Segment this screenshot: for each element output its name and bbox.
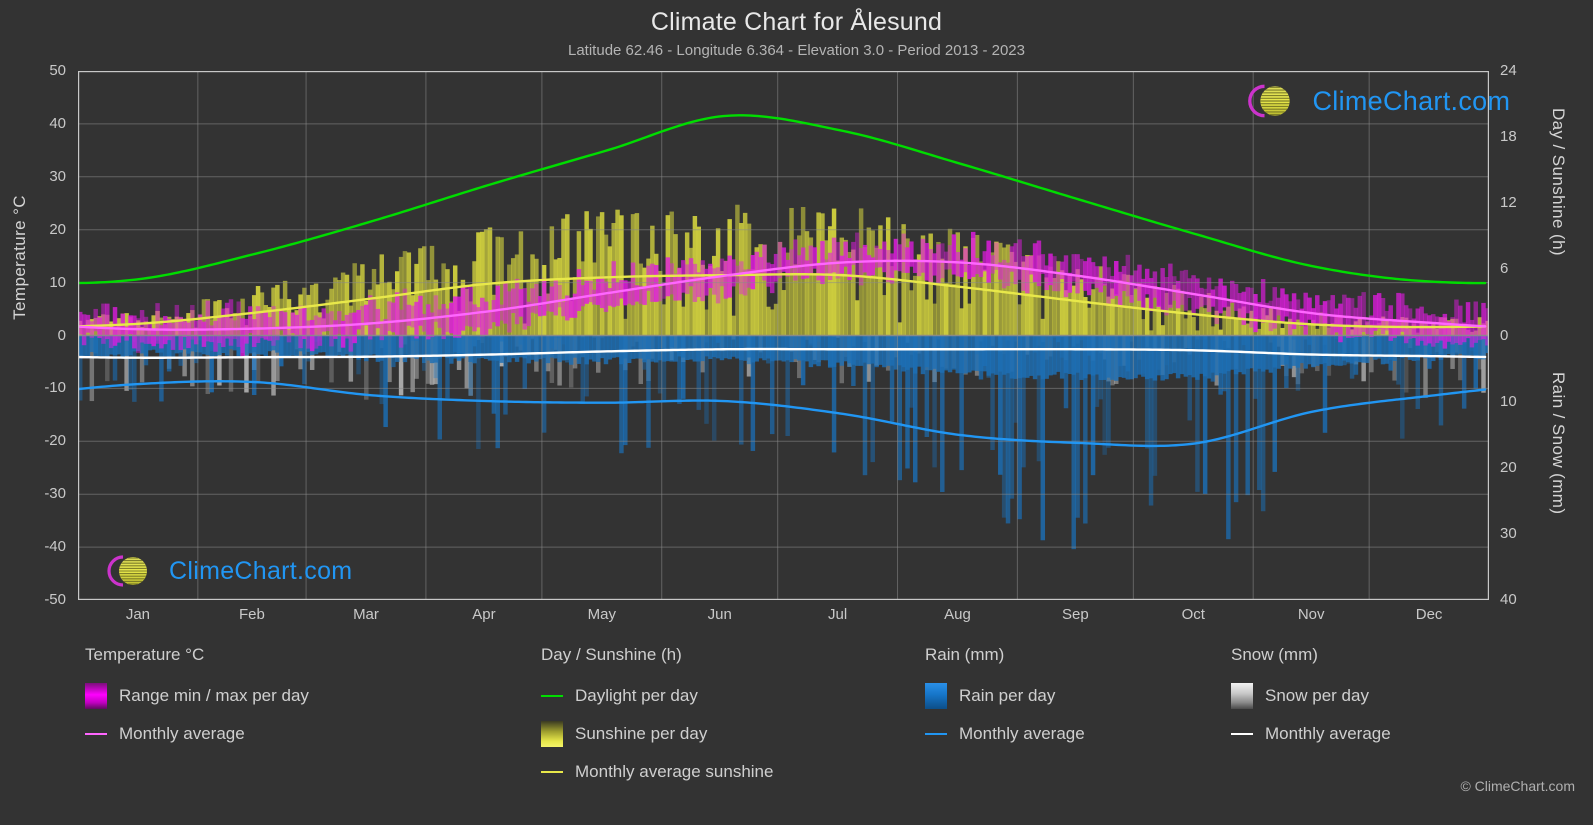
x-axis-tick: Nov	[1297, 606, 1325, 623]
right-axis-tick-mm: 10	[1500, 392, 1517, 410]
left-axis-tick: 10	[49, 273, 66, 291]
x-axis-tick: Dec	[1415, 606, 1443, 623]
legend-item-label: Monthly average	[1265, 724, 1391, 743]
left-axis-tick: -30	[44, 485, 66, 503]
legend-swatch	[925, 683, 947, 709]
right-axis-tick-hours: 18	[1500, 128, 1517, 146]
legend-column-rain: Rain (mm) Rain per day Monthly average	[925, 645, 1085, 753]
legend-item[interactable]: Sunshine per day	[541, 715, 773, 753]
plot-area	[78, 71, 1489, 600]
legend-column-snow: Snow (mm) Snow per day Monthly average	[1231, 645, 1391, 753]
legend-item-label: Sunshine per day	[575, 724, 708, 743]
x-axis-tick: Jan	[125, 606, 150, 623]
legend-item-label: Snow per day	[1265, 686, 1369, 705]
left-axis-title: Temperature °C	[10, 195, 29, 320]
watermark-text: ClimeChart.com	[169, 556, 353, 585]
x-axis-tick: Apr	[472, 606, 496, 623]
right-axis-tick-mm: 30	[1500, 524, 1517, 542]
legend-item[interactable]: Monthly average sunshine	[541, 753, 773, 791]
left-axis-tick: 40	[49, 114, 66, 132]
legend-heading-temperature: Temperature °C	[85, 645, 205, 664]
legend-item[interactable]: Range min / max per day	[85, 677, 309, 715]
legend-swatch	[541, 721, 563, 747]
right-axis-tick-hours: 6	[1500, 260, 1509, 278]
legend-item-label: Rain per day	[959, 686, 1056, 705]
legend-item-label: Monthly average	[959, 724, 1085, 743]
left-axis-tick: 30	[49, 167, 66, 185]
legend-item[interactable]: Monthly average	[1231, 715, 1391, 753]
page-subtitle: Latitude 62.46 - Longitude 6.364 - Eleva…	[568, 42, 1025, 59]
x-axis-tick: May	[587, 606, 616, 623]
left-axis-tick: -40	[44, 538, 66, 556]
legend-line-marker	[541, 759, 563, 785]
legend-item-label: Range min / max per day	[119, 686, 309, 705]
legend-line-marker	[1231, 721, 1253, 747]
left-axis-tick: 20	[49, 220, 66, 238]
legend-item[interactable]: Monthly average	[925, 715, 1085, 753]
legend-column-temperature: Temperature °C Range min / max per day Mo…	[85, 645, 309, 753]
legend-item-label: Monthly average sunshine	[575, 762, 774, 781]
left-axis-tick: -20	[44, 432, 66, 450]
climechart-logo-icon	[1248, 84, 1290, 118]
legend-heading-daysun: Day / Sunshine (h)	[541, 645, 682, 664]
legend-line-marker	[85, 721, 107, 747]
legend-heading-rain: Rain (mm)	[925, 645, 1005, 664]
legend-line-marker	[925, 721, 947, 747]
chart-legend: Temperature °C Range min / max per day Mo…	[0, 645, 1593, 805]
legend-item[interactable]: Rain per day	[925, 677, 1085, 715]
legend-line-marker	[541, 683, 563, 709]
legend-item[interactable]: Monthly average	[85, 715, 309, 753]
climechart-watermark: ClimeChart.com	[1233, 80, 1510, 122]
left-axis-tick: 0	[57, 326, 66, 344]
climechart-watermark: ClimeChart.com	[93, 551, 352, 591]
right-axis-tick-hours: 24	[1500, 62, 1517, 79]
legend-item-label: Daylight per day	[575, 686, 698, 705]
climate-chart-page: Climate Chart for Ålesund Latitude 62.46…	[0, 0, 1593, 825]
legend-column-daysun: Day / Sunshine (h) Daylight per day Sunsh…	[541, 645, 773, 791]
x-axis-tick: Mar	[353, 606, 379, 623]
left-axis-tick: 50	[49, 62, 66, 79]
right-axis-title-daysun: Day / Sunshine (h)	[1549, 108, 1568, 256]
legend-swatch	[85, 683, 107, 709]
legend-swatch	[1231, 683, 1253, 709]
page-title: Climate Chart for Ålesund	[650, 8, 943, 36]
x-axis-tick: Jun	[707, 606, 732, 623]
watermark-text: ClimeChart.com	[1312, 85, 1511, 116]
x-axis-tick: Feb	[239, 606, 265, 623]
legend-item[interactable]: Daylight per day	[541, 677, 773, 715]
legend-item-label: Monthly average	[119, 724, 245, 743]
right-axis-tick-hours: 12	[1500, 194, 1517, 212]
left-axis-tick: -50	[44, 591, 66, 608]
right-axis-tick-mm: 20	[1500, 458, 1517, 476]
right-axis-title-rainsnow: Rain / Snow (mm)	[1549, 372, 1568, 515]
x-axis-tick: Aug	[944, 606, 971, 623]
x-axis-tick: Sep	[1062, 606, 1089, 623]
left-axis-tick: -10	[44, 379, 66, 397]
right-axis-tick-hours: 0	[1500, 326, 1509, 344]
legend-item[interactable]: Snow per day	[1231, 677, 1391, 715]
climechart-logo-icon	[107, 555, 147, 587]
copyright-text: © ClimeChart.com	[1460, 778, 1575, 794]
x-axis-tick: Oct	[1181, 606, 1205, 623]
legend-heading-snow: Snow (mm)	[1231, 645, 1318, 664]
right-axis-tick-mm: 40	[1500, 591, 1517, 608]
x-axis-tick: Jul	[828, 606, 848, 623]
